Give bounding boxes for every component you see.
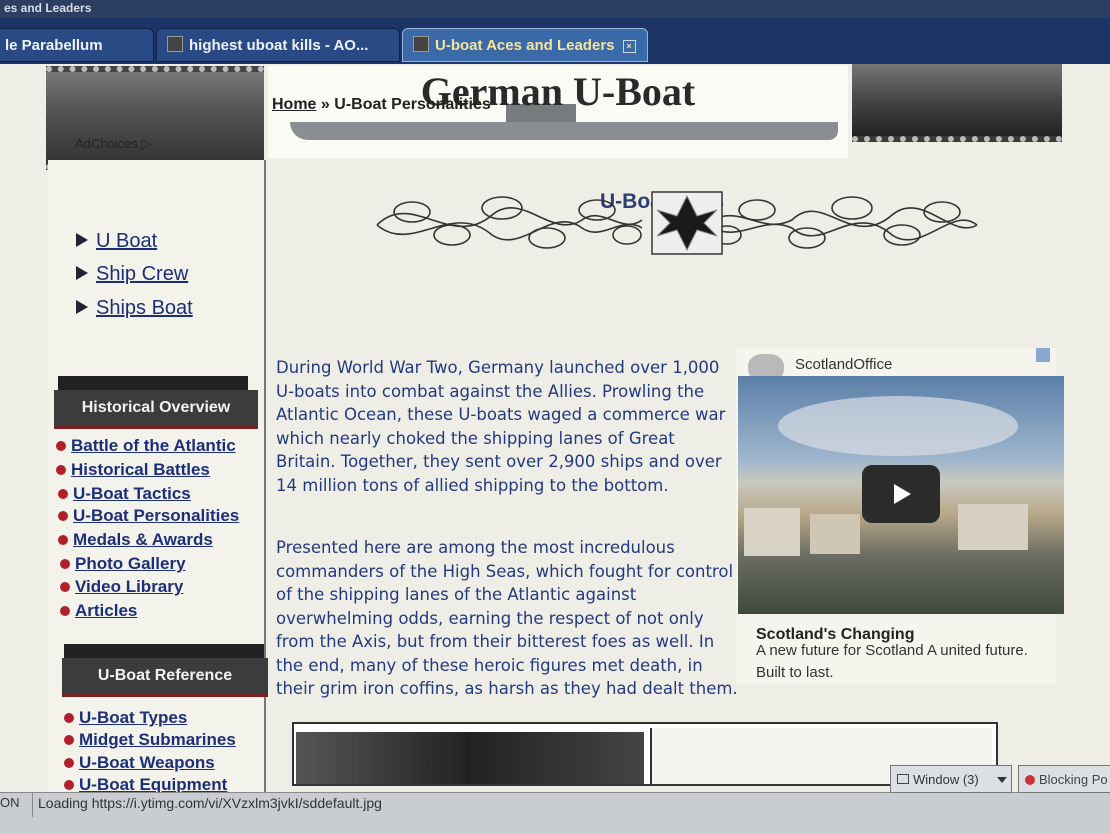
ad-sponsor-name[interactable]: ScotlandOffice bbox=[795, 356, 892, 373]
bullet-icon bbox=[58, 535, 68, 545]
chevron-down-icon bbox=[997, 777, 1007, 783]
ad-info-icon[interactable] bbox=[1036, 348, 1050, 362]
status-indicator: ON bbox=[0, 795, 20, 810]
site-favicon-icon bbox=[167, 36, 183, 52]
tab-uboat-aces[interactable]: U-boat Aces and Leaders × bbox=[402, 28, 648, 62]
bullet-icon bbox=[56, 465, 66, 475]
site-favicon-icon bbox=[413, 36, 429, 52]
bullet-icon bbox=[60, 582, 70, 592]
window-title: es and Leaders bbox=[4, 1, 92, 15]
nav-link-articles[interactable]: Articles bbox=[60, 601, 137, 621]
bullet-icon bbox=[64, 780, 74, 790]
ship-silhouette-icon bbox=[64, 644, 264, 658]
bullet-icon bbox=[64, 713, 74, 723]
arrow-right-icon bbox=[76, 300, 88, 314]
bullet-icon bbox=[64, 735, 74, 745]
ship-silhouette-icon bbox=[58, 376, 248, 390]
section-heading-historical-overview: Historical Overview bbox=[54, 390, 258, 429]
popup-blocking-button[interactable]: Blocking Po bbox=[1018, 765, 1110, 793]
sidebar-divider bbox=[264, 160, 266, 792]
bullet-icon bbox=[58, 489, 68, 499]
breadcrumb: Home » U-Boat Personalities bbox=[272, 96, 491, 114]
nav-link-battle-of-the-atlantic[interactable]: Battle of the Atlantic bbox=[56, 436, 236, 456]
nav-link-u-boat-types[interactable]: U-Boat Types bbox=[64, 708, 187, 728]
status-loading-text: Loading https://i.ytimg.com/vi/XVzxlm3jv… bbox=[38, 795, 382, 811]
banner-photo-left bbox=[46, 66, 264, 170]
nav-link-medals-awards[interactable]: Medals & Awards bbox=[58, 530, 213, 550]
ad-link-u-boat[interactable]: U Boat bbox=[76, 230, 157, 253]
banner-photo-right bbox=[852, 64, 1062, 142]
window-icon bbox=[897, 774, 909, 784]
bullet-icon bbox=[58, 511, 68, 521]
bullet-icon bbox=[64, 758, 74, 768]
nav-link-historical-battles[interactable]: Historical Battles bbox=[56, 460, 210, 480]
intro-paragraph: During World War Two, Germany launched o… bbox=[276, 358, 726, 495]
arrow-right-icon bbox=[76, 233, 88, 247]
oak-leaf-iron-cross-ornament bbox=[376, 191, 978, 255]
browser-statusbar: ON Loading https://i.ytimg.com/vi/XVzxlm… bbox=[0, 765, 1110, 834]
bullet-icon bbox=[60, 606, 70, 616]
breadcrumb-current: U-Boat Personalities bbox=[334, 96, 491, 113]
ad-link-ship-crew[interactable]: Ship Crew bbox=[76, 263, 188, 286]
breadcrumb-home-link[interactable]: Home bbox=[272, 96, 316, 113]
nav-link-midget-submarines[interactable]: Midget Submarines bbox=[64, 730, 236, 750]
adchoices-label[interactable]: AdChoices ▷ bbox=[75, 136, 152, 152]
ad-link-ships-boat[interactable]: Ships Boat bbox=[76, 297, 193, 320]
uboat-ace-photo[interactable] bbox=[296, 732, 644, 784]
tab-parabellum[interactable]: le Parabellum bbox=[0, 28, 154, 62]
video-play-button[interactable] bbox=[862, 465, 940, 523]
play-icon bbox=[894, 484, 911, 504]
bullet-icon bbox=[56, 441, 66, 451]
adchoices-icon: ▷ bbox=[141, 136, 152, 151]
submarine-hull bbox=[290, 122, 838, 140]
breadcrumb-separator: » bbox=[320, 96, 330, 113]
tab-strip: le Parabellum highest uboat kills - AO..… bbox=[0, 18, 1110, 64]
tab-uboat-kills[interactable]: highest uboat kills - AO... bbox=[156, 28, 400, 62]
window-menu-button[interactable]: Window (3) bbox=[890, 765, 1012, 793]
tab-label: U-boat Aces and Leaders bbox=[435, 37, 615, 54]
nav-link-u-boat-personalities[interactable]: U-Boat Personalities bbox=[58, 506, 239, 526]
section-heading-u-boat-reference: U-Boat Reference bbox=[62, 658, 268, 697]
nav-link-u-boat-tactics[interactable]: U-Boat Tactics bbox=[58, 484, 191, 504]
window-titlebar: es and Leaders bbox=[0, 0, 1110, 18]
ad-description: A new future for Scotland A united futur… bbox=[756, 642, 1028, 681]
nav-link-photo-gallery[interactable]: Photo Gallery bbox=[60, 554, 186, 574]
arrow-right-icon bbox=[76, 266, 88, 280]
commanders-paragraph: Presented here are among the most incred… bbox=[276, 538, 738, 698]
nav-link-video-library[interactable]: Video Library bbox=[60, 577, 183, 597]
tab-label: le Parabellum bbox=[5, 37, 103, 54]
tab-label: highest uboat kills - AO... bbox=[189, 37, 369, 54]
bullet-icon bbox=[60, 559, 70, 569]
nav-link-u-boat-weapons[interactable]: U-Boat Weapons bbox=[64, 753, 215, 773]
tab-close-icon[interactable]: × bbox=[622, 40, 636, 53]
block-icon bbox=[1025, 775, 1035, 785]
